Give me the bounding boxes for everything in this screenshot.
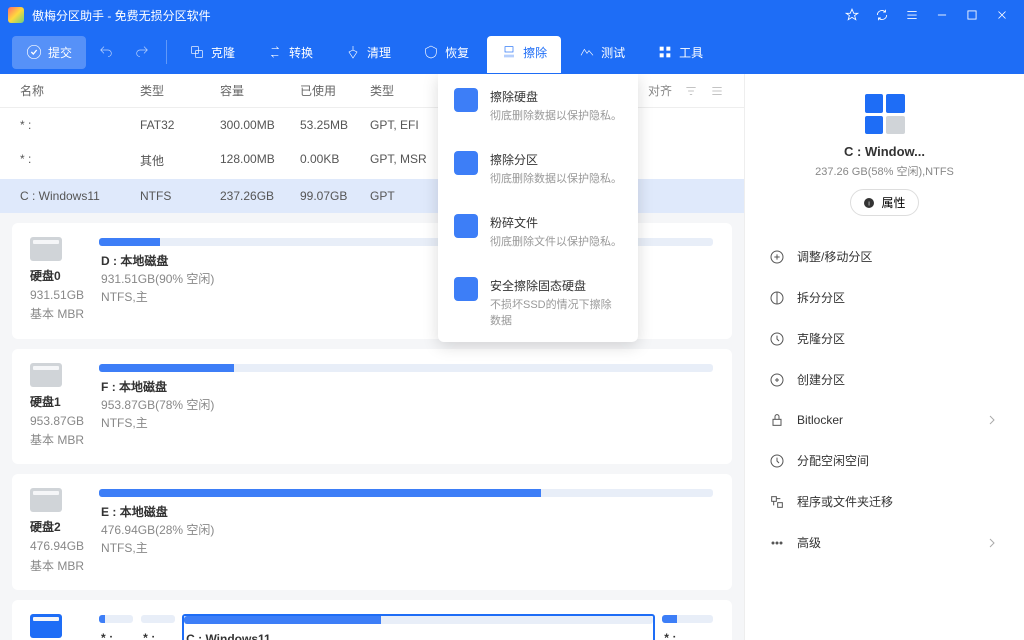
title-bar: 傲梅分区助手 - 免费无损分区软件 xyxy=(0,0,1024,30)
toolbar: 提交 克隆 转换 清理 恢复 擦除 测试 工具 xyxy=(0,30,1024,74)
dropdown-item[interactable]: 粉碎文件彻底删除文件以保护隐私。 xyxy=(438,200,638,263)
submit-button[interactable]: 提交 xyxy=(12,36,86,69)
dropdown-item[interactable]: 安全擦除固态硬盘不损坏SSD的情况下擦除数据 xyxy=(438,263,638,342)
sidebar-item[interactable]: 高级 xyxy=(765,522,1004,563)
partition-block[interactable]: F : 本地磁盘953.87GB(78% 空闲)NTFS,主 xyxy=(98,363,714,451)
star-icon[interactable] xyxy=(838,1,866,29)
partition-summary: C : Window... 237.26 GB(58% 空闲),NTFS i属性 xyxy=(765,94,1004,216)
disk-card: 硬盘3238.47GB基本 GPT* :300...FAT...* :128..… xyxy=(12,600,732,640)
refresh-icon[interactable] xyxy=(868,1,896,29)
partition-block[interactable]: C : Windows11237.26GB(58% 空闲)NTFS,系统,主 xyxy=(182,614,655,640)
maximize-button[interactable] xyxy=(958,1,986,29)
disk-icon xyxy=(30,614,62,638)
sidebar-item[interactable]: Bitlocker xyxy=(765,400,1004,440)
windows-icon xyxy=(865,94,905,134)
properties-button[interactable]: i属性 xyxy=(850,189,918,216)
clone-button[interactable]: 克隆 xyxy=(175,36,249,69)
partition-block[interactable]: * :808.00...NTFS,主 xyxy=(661,614,714,640)
redo-button[interactable] xyxy=(126,36,158,68)
undo-button[interactable] xyxy=(90,36,122,68)
sidebar-item[interactable]: 克隆分区 xyxy=(765,318,1004,359)
convert-button[interactable]: 转换 xyxy=(253,36,327,69)
partition-block[interactable]: * :300...FAT... xyxy=(98,614,134,640)
test-button[interactable]: 测试 xyxy=(565,36,639,69)
sidebar-item[interactable]: 拆分分区 xyxy=(765,277,1004,318)
sidebar-item[interactable]: 程序或文件夹迁移 xyxy=(765,481,1004,522)
dropdown-item[interactable]: 擦除分区彻底删除数据以保护隐私。 xyxy=(438,137,638,200)
partition-block[interactable]: * :128...其... xyxy=(140,614,176,640)
app-logo xyxy=(8,7,24,23)
filter-icon[interactable] xyxy=(684,84,698,98)
sidebar-item[interactable]: 创建分区 xyxy=(765,359,1004,400)
main-panel: 名称 类型 容量 已使用 类型 对齐 * :FAT32300.00MB53.25… xyxy=(0,74,744,640)
disk-card: 硬盘1953.87GB基本 MBRF : 本地磁盘953.87GB(78% 空闲… xyxy=(12,349,732,465)
list-view-icon[interactable] xyxy=(710,84,724,98)
erase-dropdown: 擦除硬盘彻底删除数据以保护隐私。擦除分区彻底删除数据以保护隐私。粉碎文件彻底删除… xyxy=(438,74,638,342)
disk-icon xyxy=(30,363,62,387)
disk-icon xyxy=(30,237,62,261)
app-title: 傲梅分区助手 - 免费无损分区软件 xyxy=(32,7,838,24)
clean-button[interactable]: 清理 xyxy=(331,36,405,69)
erase-button[interactable]: 擦除 xyxy=(487,36,561,73)
close-button[interactable] xyxy=(988,1,1016,29)
tools-button[interactable]: 工具 xyxy=(643,36,717,69)
sidebar-item[interactable]: 调整/移动分区 xyxy=(765,236,1004,277)
dropdown-item[interactable]: 擦除硬盘彻底删除数据以保护隐私。 xyxy=(438,74,638,137)
sidebar-item[interactable]: 分配空闲空间 xyxy=(765,440,1004,481)
minimize-button[interactable] xyxy=(928,1,956,29)
menu-icon[interactable] xyxy=(898,1,926,29)
sidebar: C : Window... 237.26 GB(58% 空闲),NTFS i属性… xyxy=(744,74,1024,640)
disk-icon xyxy=(30,488,62,512)
disk-card: 硬盘2476.94GB基本 MBRE : 本地磁盘476.94GB(28% 空闲… xyxy=(12,474,732,590)
partition-block[interactable]: E : 本地磁盘476.94GB(28% 空闲)NTFS,主 xyxy=(98,488,714,576)
recover-button[interactable]: 恢复 xyxy=(409,36,483,69)
svg-text:i: i xyxy=(869,201,870,207)
